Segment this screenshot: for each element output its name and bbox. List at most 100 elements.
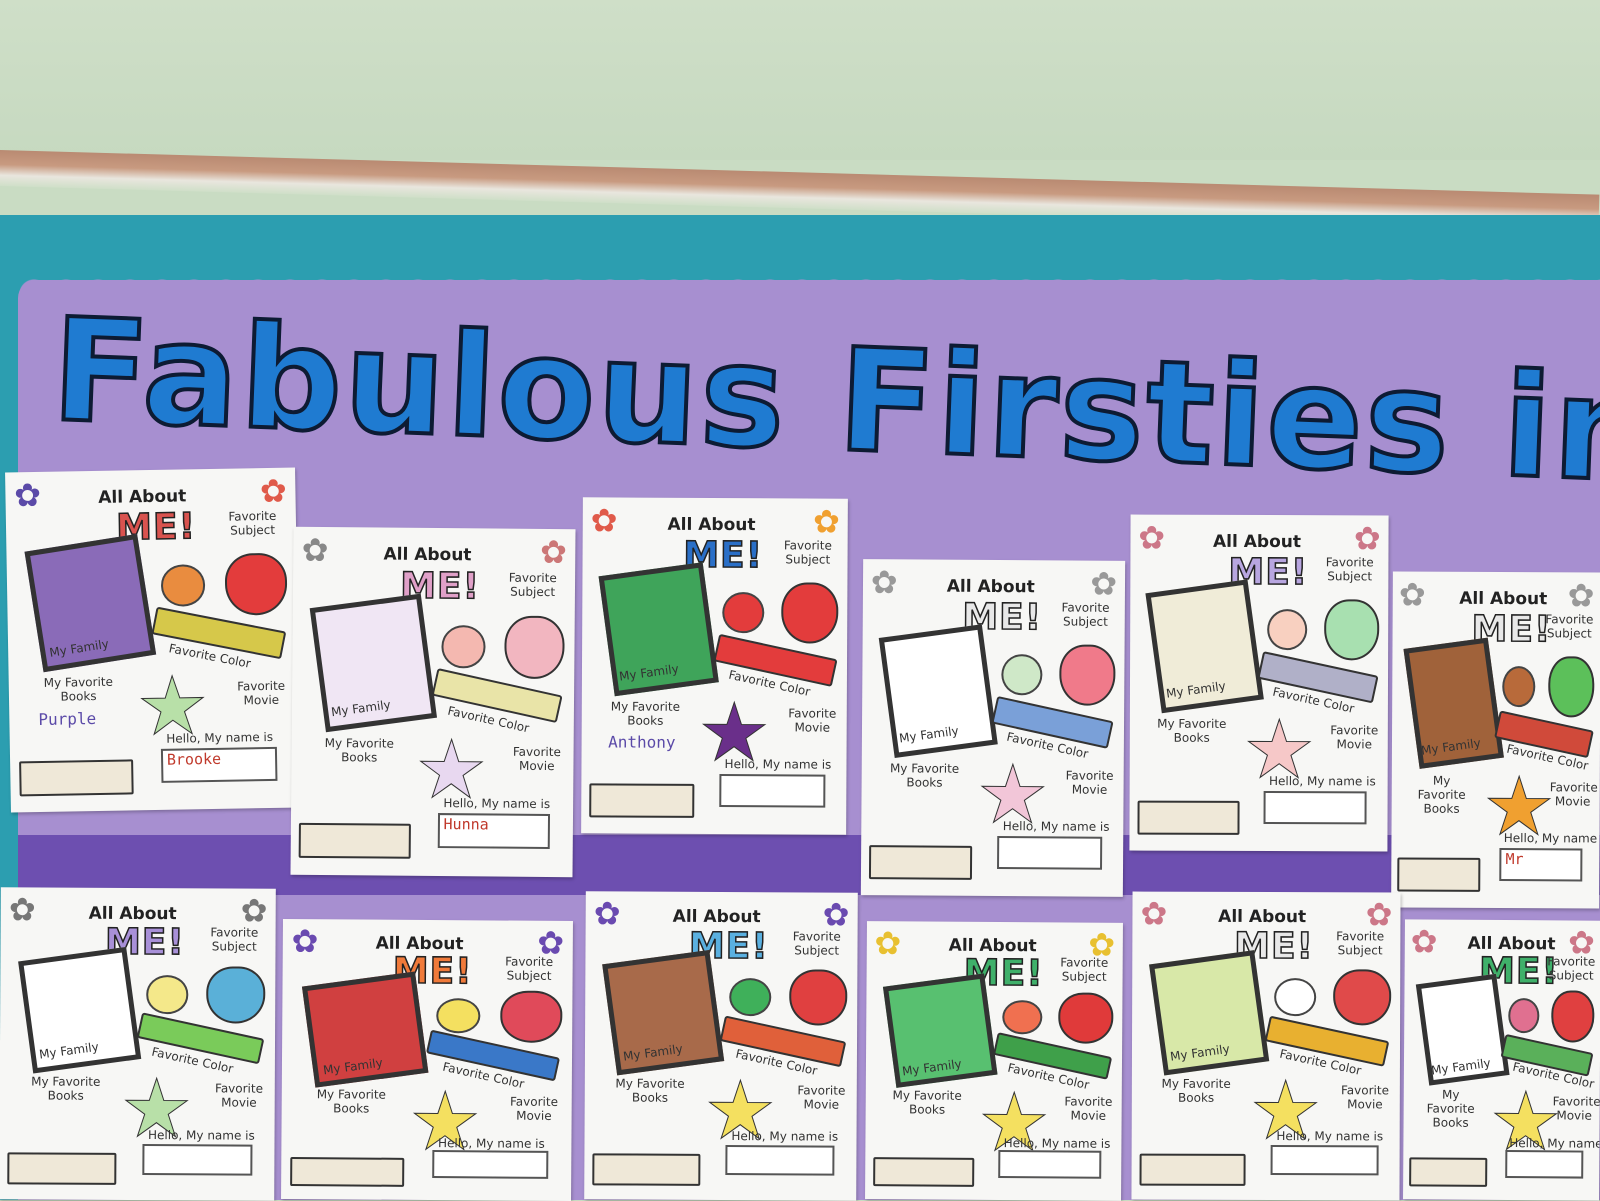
apple-icon — [503, 615, 565, 680]
name-box: Mr — [1499, 847, 1583, 882]
favorite-movie-label: Favorite Movie — [237, 678, 286, 708]
flower-icon: ✿ — [812, 502, 840, 541]
books-icon — [1137, 800, 1240, 835]
all-about-me-sheet: ✿ ✿ All About ME! Favorite Subject My Family F… — [860, 559, 1126, 897]
name-box: Hunna — [437, 813, 551, 850]
favorite-subject-label: Favorite Subject — [1060, 955, 1109, 985]
books-icon — [589, 782, 695, 818]
flower-icon: ✿ — [1140, 894, 1168, 933]
favorite-subject-label: Favorite Subject — [1545, 612, 1594, 641]
favorite-movie-label: Favorite Movie — [788, 706, 837, 735]
favorite-subject-label: Favorite Subject — [792, 929, 841, 958]
books-icon — [872, 1157, 975, 1188]
all-about-me-sheet: ✿ ✿ All About ME! Favorite Subject My Family F… — [290, 526, 576, 878]
apple-icon — [1058, 991, 1114, 1044]
favorite-movie-label: Favorite Movie — [1330, 723, 1379, 752]
flower-icon: ✿ — [8, 890, 36, 929]
apple-icon — [499, 990, 562, 1043]
flower-icon: ✿ — [822, 895, 850, 934]
flower-icon: ✿ — [874, 923, 902, 962]
name-box — [1270, 1144, 1379, 1176]
name-box — [1505, 1149, 1584, 1179]
handwritten-text: Anthony — [608, 732, 676, 752]
hello-name-label: Hello, My name is — [1276, 1129, 1384, 1144]
all-about-me-sheet: ✿ ✿ All About ME! Favorite Subject My Family F… — [584, 891, 858, 1201]
all-about-me-sheet: ✿ ✿ All About ME! Favorite Subject My Family F… — [581, 497, 848, 835]
hello-name-label: Hello, My name is — [443, 796, 551, 811]
favorite-movie-label: Favorite Movie — [1064, 1094, 1113, 1124]
flower-icon: ✿ — [13, 475, 42, 515]
name-box: Brooke — [160, 746, 278, 783]
circle-icon — [435, 998, 481, 1034]
all-about-me-sheet: ✿ ✿ All About ME! Favorite Subject My Family F… — [1403, 919, 1600, 1201]
my-favorite-books-label: My Favorite Books — [31, 1074, 101, 1103]
flower-icon: ✿ — [1398, 575, 1426, 614]
all-about-me-sheet: ✿ ✿ All About ME! Favorite Subject My Family F… — [865, 921, 1123, 1201]
my-favorite-books-label: My Favorite Books — [1157, 716, 1227, 745]
favorite-subject-label: Favorite Subject — [1325, 555, 1374, 584]
my-favorite-books-label: My Favorite Books — [316, 1087, 387, 1116]
flower-icon: ✿ — [1353, 519, 1381, 558]
handwritten-text: Purple — [38, 709, 97, 730]
favorite-movie-label: Favorite Movie — [797, 1083, 846, 1112]
flower-icon: ✿ — [259, 471, 288, 510]
my-favorite-books-label: My Favorite Books — [324, 735, 394, 765]
favorite-subject-label: Favorite Subject — [1547, 953, 1596, 983]
hello-name-label: Hello, My name is — [437, 1135, 545, 1151]
favorite-subject-label: Favorite Subject — [508, 570, 557, 599]
sheet-heading: All About — [98, 486, 187, 508]
hello-name-label: Hello, My name is — [1268, 773, 1376, 789]
circle-icon — [1266, 609, 1308, 651]
my-favorite-books-label: My Favorite Books — [1417, 773, 1466, 816]
apple-icon — [1551, 990, 1595, 1043]
books-icon — [868, 844, 973, 880]
circle-icon — [441, 625, 486, 669]
hello-name-label: Hello, My name is — [724, 756, 832, 772]
circle-icon — [1508, 998, 1540, 1034]
my-favorite-books-label: My Favorite Books — [610, 699, 681, 728]
favorite-movie-label: Favorite Movie — [1340, 1083, 1389, 1112]
all-about-me-sheet: ✿ ✿ All About ME! Favorite Subject My Family F… — [281, 918, 573, 1201]
circle-icon — [722, 592, 764, 634]
circle-icon — [1001, 999, 1042, 1035]
name-box — [431, 1149, 549, 1179]
my-favorite-books-label: My Favorite Books — [615, 1076, 685, 1105]
books-icon — [18, 759, 134, 796]
books-icon — [1397, 857, 1481, 892]
hello-name-label: Hello, My name is — [166, 729, 274, 746]
favorite-movie-label: Favorite Movie — [512, 744, 561, 773]
apple-icon — [780, 582, 839, 644]
all-about-me-sheet: ✿ ✿ All About ME! Favorite Subject My Family F… — [5, 467, 301, 813]
name-box — [142, 1143, 253, 1176]
flower-icon: ✿ — [1090, 564, 1118, 603]
books-icon — [7, 1152, 117, 1186]
flower-icon: ✿ — [870, 562, 898, 602]
favorite-subject-label: Favorite Subject — [1336, 929, 1385, 958]
sheet-heading: All About — [672, 907, 761, 928]
favorite-subject-label: Favorite Subject — [210, 925, 259, 955]
flower-icon: ✿ — [240, 891, 268, 930]
my-favorite-books-label: My Favorite Books — [43, 674, 114, 704]
hello-name-label: Hello, My name is — [1002, 818, 1110, 834]
name-box — [998, 1149, 1101, 1179]
sheet-heading: All About — [946, 576, 1035, 598]
circle-icon — [1001, 654, 1043, 696]
books-icon — [299, 822, 411, 859]
favorite-movie-label: Favorite Movie — [509, 1094, 559, 1123]
flower-icon: ✿ — [590, 501, 618, 540]
books-icon — [1408, 1157, 1488, 1188]
name-box — [997, 835, 1103, 870]
favorite-subject-label: Favorite Subject — [505, 954, 554, 983]
apple-icon — [224, 552, 288, 616]
name-box — [719, 773, 826, 808]
painted-wall — [0, 0, 1600, 160]
my-favorite-books-label: My Favorite Books — [892, 1088, 962, 1117]
books-icon — [1139, 1153, 1246, 1186]
flower-icon: ✿ — [1365, 895, 1393, 934]
books-icon — [289, 1157, 405, 1188]
apple-icon — [1323, 599, 1380, 661]
sheet-heading: All About — [1213, 531, 1302, 552]
favorite-subject-label: Favorite Subject — [783, 538, 832, 567]
name-box — [1263, 790, 1367, 825]
sheet-heading: All About — [667, 514, 756, 536]
